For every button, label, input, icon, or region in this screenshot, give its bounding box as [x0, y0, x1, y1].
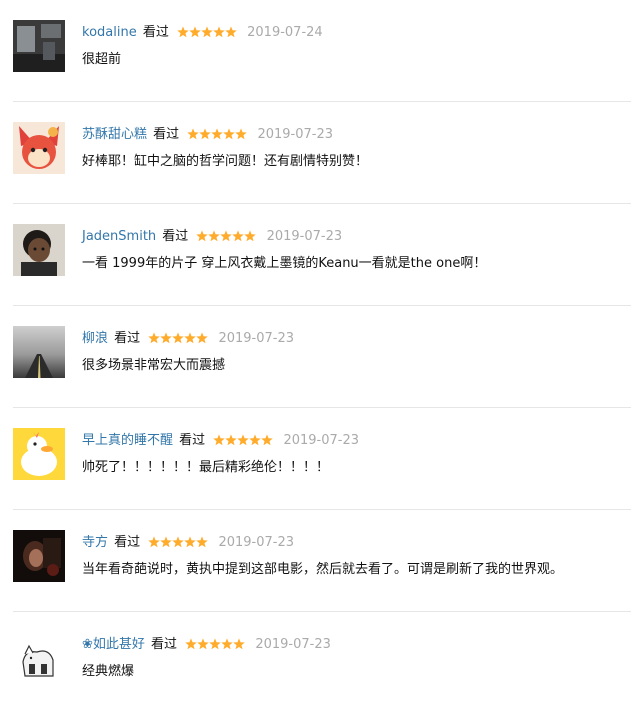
user-avatar[interactable]	[13, 632, 65, 684]
comment-date: 2019-07-23	[218, 331, 295, 346]
comment-item: ❀如此甚好 看过 2019-07-23 经典燃爆	[0, 612, 631, 714]
star-icon	[213, 26, 225, 38]
star-icon	[225, 26, 237, 38]
star-icon	[199, 128, 212, 140]
comment-date: 2019-07-23	[218, 535, 295, 550]
star-icon	[160, 332, 173, 344]
user-avatar[interactable]	[13, 224, 65, 276]
watched-status: 看过	[179, 433, 206, 448]
username-link[interactable]: 早上真的睡不醒	[82, 433, 173, 448]
watched-status: 看过	[114, 331, 141, 346]
star-icon	[244, 230, 257, 242]
star-icon	[160, 536, 173, 548]
star-rating	[213, 434, 274, 446]
star-icon	[235, 128, 248, 140]
comment-text: 很超前	[82, 52, 122, 67]
star-icon	[208, 230, 221, 242]
star-icon	[185, 638, 197, 650]
star-icon	[172, 536, 185, 548]
star-icon	[187, 128, 200, 140]
comment-text: 经典燃爆	[82, 664, 135, 679]
user-avatar[interactable]	[13, 530, 65, 582]
star-icon	[223, 128, 236, 140]
comment-text: 当年看奇葩说时，黄执中提到这部电影，然后就去看了。可谓是刷新了我的世界观。	[82, 562, 564, 577]
star-rating	[177, 26, 237, 38]
comment-text: 帅死了！！！！！！最后精彩绝伦！！！！	[82, 460, 330, 475]
comment-meta: 苏酥甜心糕 看过 2019-07-23	[82, 125, 333, 145]
star-icon	[177, 26, 189, 38]
star-icon	[220, 230, 233, 242]
comment-item: JadenSmith 看过 2019-07-23 一看 1999年的片子 穿上风…	[0, 204, 631, 306]
username-link[interactable]: 寺方	[82, 535, 108, 550]
comment-text: 一看 1999年的片子 穿上风衣戴上墨镜的Keanu一看就是the one啊！	[82, 256, 487, 271]
comment-item: 苏酥甜心糕 看过 2019-07-23 好棒耶！缸中之脑的哲学问题！还有剧情特别…	[0, 102, 631, 204]
comment-item: 寺方 看过 2019-07-23 当年看奇葩说时，黄执中提到这部电影，然后就去看…	[0, 510, 631, 612]
comment-text: 好棒耶！缸中之脑的哲学问题！还有剧情特别赞！	[82, 154, 369, 169]
star-icon	[261, 434, 274, 446]
star-icon	[189, 26, 201, 38]
comment-meta: 寺方 看过 2019-07-23	[82, 533, 294, 553]
comment-meta: 早上真的睡不醒 看过 2019-07-23	[82, 431, 359, 451]
star-icon	[184, 536, 197, 548]
star-icon	[225, 434, 238, 446]
star-icon	[184, 332, 197, 344]
star-icon	[221, 638, 233, 650]
user-avatar[interactable]	[13, 122, 65, 174]
star-icon	[249, 434, 262, 446]
star-icon	[201, 26, 213, 38]
comment-text: 很多场景非常宏大而震撼	[82, 358, 226, 373]
star-icon	[196, 230, 209, 242]
comment-item: 早上真的睡不醒 看过 2019-07-23 帅死了！！！！！！最后精彩绝伦！！！…	[0, 408, 631, 510]
comment-date: 2019-07-23	[283, 433, 360, 448]
star-rating	[148, 536, 209, 548]
user-avatar[interactable]	[13, 20, 65, 72]
username-link[interactable]: 柳浪	[82, 331, 108, 346]
star-icon	[232, 230, 245, 242]
comment-date: 2019-07-23	[266, 229, 343, 244]
username-link[interactable]: 苏酥甜心糕	[82, 127, 147, 142]
star-icon	[211, 128, 224, 140]
username-link[interactable]: kodaline	[82, 25, 137, 40]
watched-status: 看过	[151, 637, 178, 652]
comment-date: 2019-07-23	[255, 637, 331, 652]
star-icon	[209, 638, 221, 650]
star-icon	[233, 638, 245, 650]
star-rating	[187, 128, 248, 140]
username-link[interactable]: ❀如此甚好	[82, 637, 145, 652]
comment-item: 柳浪 看过 2019-07-23 很多场景非常宏大而震撼	[0, 306, 631, 408]
comment-meta: kodaline 看过 2019-07-24	[82, 23, 323, 43]
user-avatar[interactable]	[13, 326, 65, 378]
star-rating	[196, 230, 257, 242]
star-icon	[197, 638, 209, 650]
star-icon	[237, 434, 250, 446]
username-link[interactable]: JadenSmith	[82, 229, 156, 244]
comment-date: 2019-07-24	[247, 25, 323, 40]
watched-status: 看过	[153, 127, 180, 142]
user-avatar[interactable]	[13, 428, 65, 480]
watched-status: 看过	[114, 535, 141, 550]
watched-status: 看过	[142, 25, 169, 40]
star-icon	[148, 536, 161, 548]
star-icon	[172, 332, 185, 344]
comment-meta: JadenSmith 看过 2019-07-23	[82, 227, 342, 247]
comment-date: 2019-07-23	[257, 127, 334, 142]
comment-meta: ❀如此甚好 看过 2019-07-23	[82, 635, 331, 655]
comment-meta: 柳浪 看过 2019-07-23	[82, 329, 294, 349]
comment-item: kodaline 看过 2019-07-24 很超前	[0, 0, 631, 102]
star-icon	[148, 332, 161, 344]
star-icon	[213, 434, 226, 446]
star-rating	[185, 638, 245, 650]
watched-status: 看过	[162, 229, 189, 244]
star-icon	[196, 332, 209, 344]
star-rating	[148, 332, 209, 344]
star-icon	[196, 536, 209, 548]
